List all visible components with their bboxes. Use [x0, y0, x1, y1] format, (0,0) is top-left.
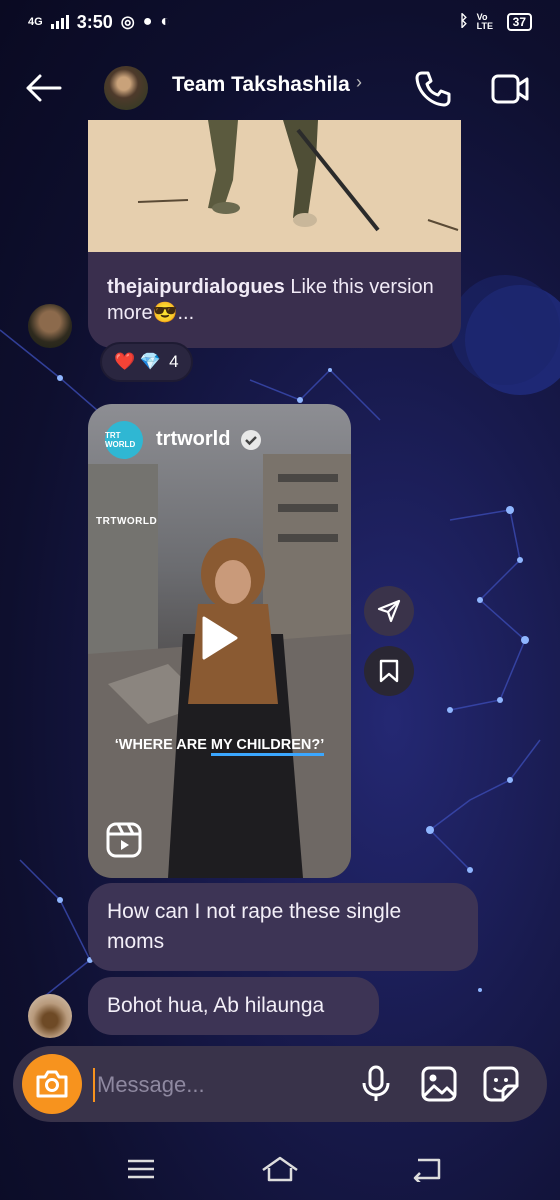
camera-icon: [36, 1070, 68, 1098]
back-arrow-icon[interactable]: [24, 72, 64, 104]
recent-apps-icon[interactable]: [126, 1158, 156, 1180]
chevron-right-icon[interactable]: ›: [356, 72, 362, 93]
whatsapp-icon: ◎: [120, 14, 135, 31]
group-avatar[interactable]: [104, 66, 148, 110]
chat-header: Team Takshashila ›: [0, 56, 560, 120]
post-username[interactable]: thejaipurdialogues: [107, 276, 285, 298]
clock: 3:50: [76, 11, 113, 32]
sender-avatar[interactable]: [28, 994, 72, 1038]
reactions-badge[interactable]: ❤️ 💎 4: [100, 342, 193, 382]
reels-icon: [106, 822, 142, 858]
network-indicator: 4G: [28, 16, 43, 28]
send-icon: [377, 599, 401, 623]
save-button[interactable]: [364, 646, 414, 696]
status-bar: 4G 3:50 ◎ ● ◐ ᛒ Vo LTE 37: [0, 0, 560, 44]
battery-indicator: 37: [506, 13, 532, 31]
message-composer: [13, 1046, 547, 1122]
caption-highlight: MY CHILDREN?’: [210, 737, 325, 756]
home-icon[interactable]: [260, 1154, 300, 1184]
camera-button[interactable]: [22, 1054, 82, 1114]
message-input[interactable]: [93, 1068, 323, 1102]
volte-indicator: Vo LTE: [476, 12, 493, 31]
bluetooth-icon: ᛒ: [459, 13, 469, 30]
trt-logo: TRT WORLD: [105, 421, 143, 459]
caption-prefix: ‘WHERE ARE: [114, 737, 211, 753]
chat-title[interactable]: Team Takshashila: [172, 73, 350, 97]
reaction-count: 4: [169, 352, 179, 371]
gallery-icon[interactable]: [421, 1066, 457, 1102]
verified-badge-icon: [241, 430, 261, 450]
sticker-icon[interactable]: [483, 1066, 519, 1102]
sender-avatar[interactable]: [28, 304, 72, 348]
chat-bubble-icon: ●: [142, 13, 153, 30]
post-caption: thejaipurdialogues Like this version mor…: [107, 274, 447, 326]
video-call-icon[interactable]: [490, 70, 530, 108]
reel-username[interactable]: trtworld: [156, 428, 230, 451]
reaction-emojis: ❤️ 💎: [114, 352, 162, 371]
phone-call-icon[interactable]: [414, 70, 452, 108]
reel-caption: ‘WHERE ARE MY CHILDREN?’: [88, 737, 351, 756]
post-image[interactable]: [88, 120, 461, 252]
nav-back-icon[interactable]: [410, 1156, 442, 1182]
leaf-icon: ◐: [160, 13, 171, 30]
play-icon[interactable]: [198, 614, 240, 662]
shared-post-card[interactable]: thejaipurdialogues Like this version mor…: [88, 120, 461, 348]
system-navigation-bar: [0, 1140, 560, 1200]
watermark: TRTWORLD: [96, 516, 158, 527]
signal-icon: [50, 15, 69, 29]
shared-reel[interactable]: TRT WORLD trtworld TRTWORLD ‘WHERE ARE M…: [88, 404, 351, 878]
microphone-icon[interactable]: [360, 1065, 392, 1103]
message-bubble[interactable]: How can I not rape these single moms: [88, 883, 478, 971]
bookmark-icon: [379, 659, 399, 683]
message-bubble[interactable]: Bohot hua, Ab hilaunga: [88, 977, 379, 1035]
share-button[interactable]: [364, 586, 414, 636]
